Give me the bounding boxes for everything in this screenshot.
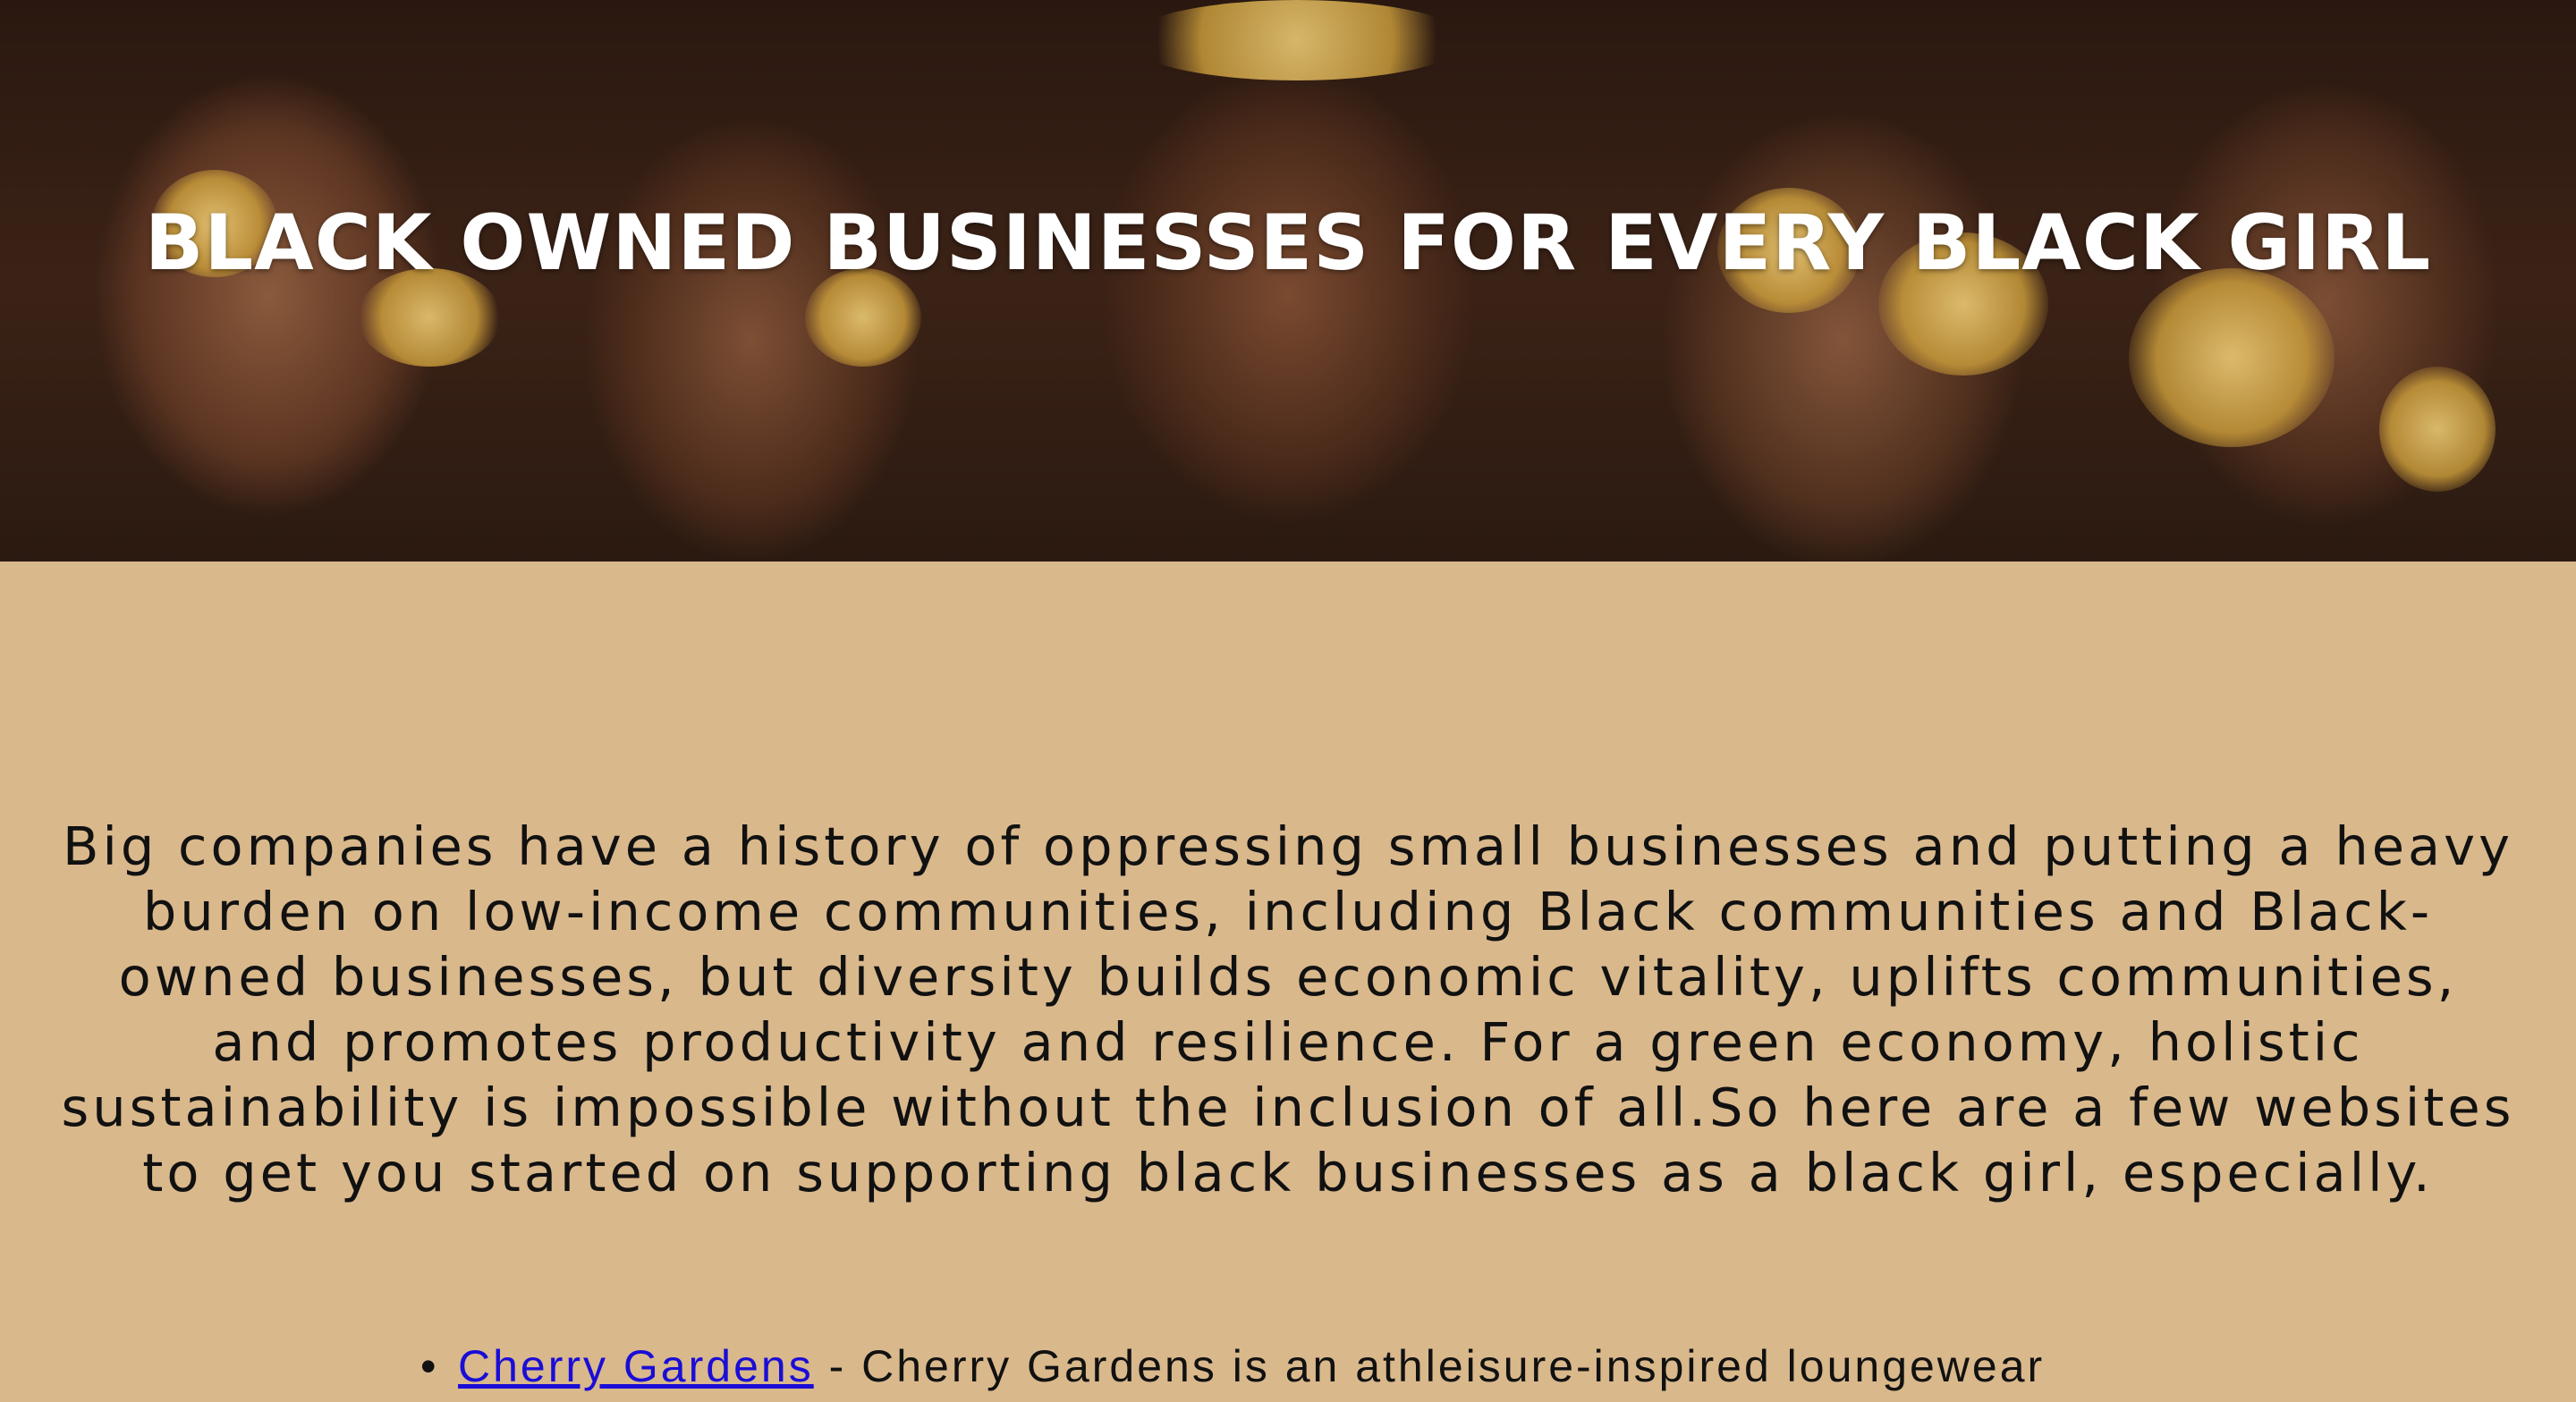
business-description: - Cherry Gardens is an athleisure-inspir…	[813, 1341, 2046, 1391]
page-title: BLACK OWNED BUSINESSES FOR EVERY BLACK G…	[144, 198, 2432, 288]
hero-banner: BLACK OWNED BUSINESSES FOR EVERY BLACK G…	[0, 0, 2576, 562]
gold-leaf-decoration	[2379, 367, 2496, 492]
business-link-cherry-gardens[interactable]: Cherry Gardens	[458, 1341, 814, 1391]
intro-paragraph: Big companies have a history of oppressi…	[61, 815, 2515, 1204]
business-list: • Cherry Gardens - Cherry Gardens is an …	[420, 1334, 2191, 1398]
list-item: • Cherry Gardens - Cherry Gardens is an …	[420, 1334, 2191, 1398]
gold-leaf-decoration	[2129, 268, 2334, 447]
bullet-icon: •	[420, 1341, 439, 1391]
gold-leaf-decoration	[1127, 0, 1467, 80]
